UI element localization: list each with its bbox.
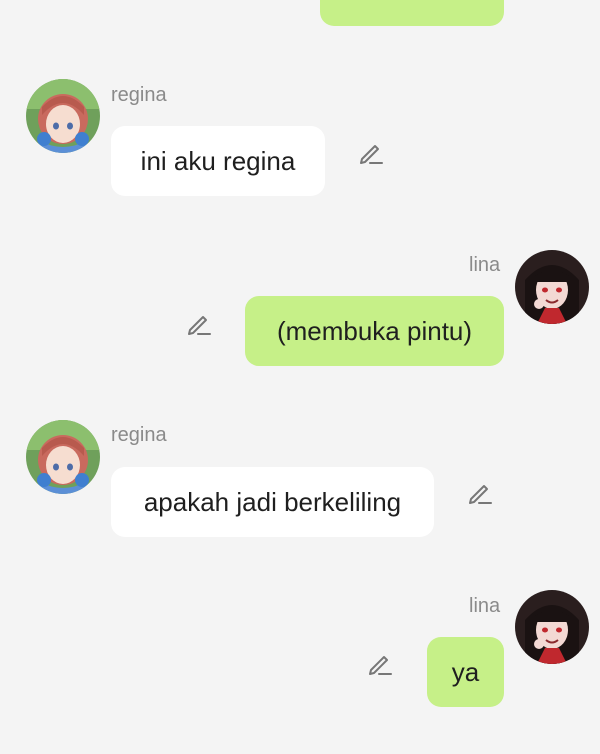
pencil-edit-icon[interactable] (466, 479, 494, 507)
sender-name: regina (111, 424, 167, 446)
message-bubble[interactable]: (membuka pintu) (245, 296, 504, 366)
sender-name: lina (469, 254, 501, 276)
avatar-regina[interactable] (26, 420, 100, 494)
avatar-lina-image (515, 590, 589, 664)
sender-name: regina (111, 84, 167, 106)
avatar-regina-image (26, 420, 100, 494)
avatar-lina[interactable] (515, 250, 589, 324)
avatar-lina-image (515, 250, 589, 324)
pencil-edit-icon[interactable] (357, 139, 385, 167)
message-bubble[interactable]: apakah jadi berkeliling (111, 467, 434, 537)
message-bubble[interactable]: ini aku regina (111, 126, 325, 196)
pencil-edit-icon[interactable] (185, 310, 213, 338)
avatar-regina[interactable] (26, 79, 100, 153)
pencil-edit-icon[interactable] (366, 650, 394, 678)
sender-name: lina (469, 595, 501, 617)
message-bubble-partial[interactable] (320, 0, 504, 26)
message-bubble[interactable]: ya (427, 637, 504, 707)
avatar-lina[interactable] (515, 590, 589, 664)
chat-view: regina ini aku regina lina (membuka pint… (0, 0, 600, 754)
avatar-regina-image (26, 79, 100, 153)
